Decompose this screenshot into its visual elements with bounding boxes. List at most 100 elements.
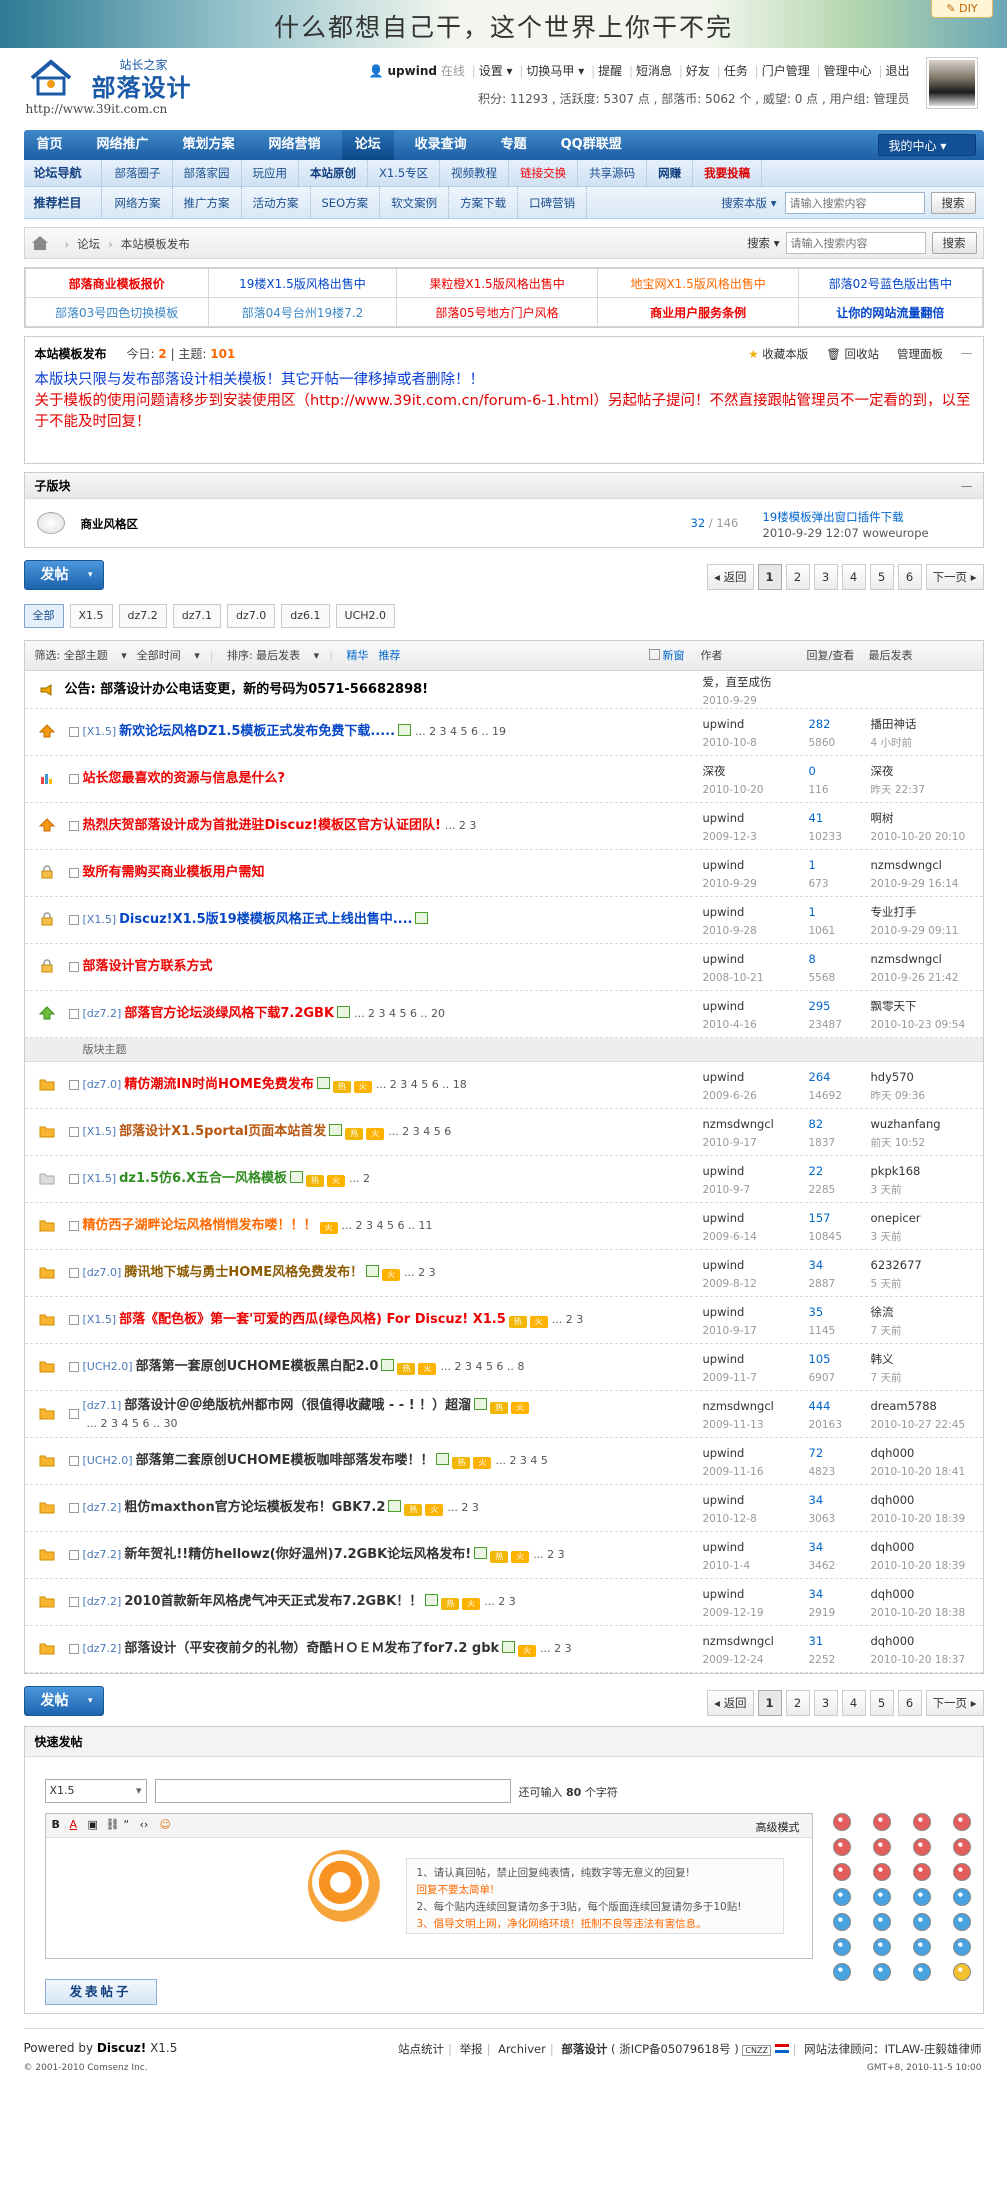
subnav-item[interactable]: 部落家园 [173,160,242,187]
last-post-time[interactable]: 7 天前 [871,1372,902,1384]
last-poster-link[interactable]: onepicer [871,1211,921,1225]
recycle-bin-link[interactable]: 🗑 回收站 [826,346,879,362]
recommend-filter[interactable]: 推荐 [378,649,400,662]
smiley-icon[interactable] [952,1813,971,1831]
thread-row[interactable]: [UCH2.0] 部落第二套原创UCHOME模板咖啡部落发布喽！！ 热火... 2 … [24,1438,983,1485]
last-post-time[interactable]: 3 天前 [871,1231,902,1243]
select-checkbox[interactable] [68,962,79,972]
thread-type-tag[interactable]: [dz7.2] [83,1595,122,1608]
thread-type-tag[interactable]: [X1.5] [83,913,117,926]
select-checkbox[interactable] [68,1315,79,1325]
thread-row[interactable]: [dz7.2] 2010首款新年风格虎气冲天正式发布7.2GBK！！ 热火... 2… [24,1579,983,1626]
last-poster-link[interactable]: dqh000 [871,1493,915,1507]
new-post-button[interactable]: 发帖 [23,560,104,590]
thread-title-link[interactable]: 粗仿maxthon官方论坛模板发布！GBK7.2 [124,1500,385,1515]
author-link[interactable]: upwind [703,1540,745,1554]
thread-type-tag[interactable]: [dz7.2] [83,1501,122,1514]
post-type-select[interactable]: X1.5 [44,1779,147,1803]
thread-type-tag[interactable]: [X1.5] [83,1313,117,1326]
thread-row[interactable]: [dz7.2] 部落官方论坛淡绿风格下载7.2GBK ... 2 3 4 5 6 .… [24,991,983,1038]
smiley-icon[interactable] [912,1913,931,1931]
ad-link[interactable]: 部落05号地方门户风格 [396,297,599,327]
select-checkbox[interactable] [68,1221,79,1231]
thread-title-link[interactable]: 精仿潮流IN时尚HOME免费发布 [124,1077,313,1092]
icp-link[interactable]: ( 浙ICP备05079618号 ) [611,2042,739,2056]
thread-row[interactable]: [dz7.0] 精仿潮流IN时尚HOME免费发布 热火 ... 2 3 4 5 6 .… [24,1062,983,1109]
select-checkbox[interactable] [68,915,79,925]
subforum-name[interactable]: 商业风格区 [81,516,139,532]
select-checkbox[interactable] [68,868,79,878]
thread-pages[interactable]: ... 2 3 4 5 6 .. 30 [87,1417,178,1430]
thread-type-tag[interactable]: [dz7.0] [83,1266,122,1279]
thread-pages[interactable]: ... 2 3 [445,819,476,832]
thread-row[interactable]: [X1.5] dz1.5仿6.X五合一风格模板 热火... 2 upwind 2010-… [24,1156,983,1203]
last-poster-link[interactable]: 徐流 [871,1305,894,1319]
next-page-button[interactable]: 下一页 ▸ [925,564,984,590]
thread-row[interactable]: [dz7.2] 新年贺礼!!精仿hellowz(你好温州)7.2GBK论坛风格发布… [24,1532,983,1579]
thread-type-tag[interactable]: [dz7.2] [83,1642,122,1655]
ad-link[interactable]: 部落02号蓝色版出售中 [798,268,983,298]
thread-type-tag[interactable]: [dz7.0] [83,1078,122,1091]
author-link[interactable]: upwind [703,858,745,872]
thread-title-link[interactable]: 部落设计（平安夜前夕的礼物）奇酷ＨＯＥＭ发布了for7.2 gbk [124,1641,499,1656]
last-poster-link[interactable]: 播田神话 [871,717,917,731]
thread-title-link[interactable]: Discuz!X1.5版19楼模板风格正式上线出售中.... [119,912,412,927]
ad-link[interactable]: 部落商业模板报价 [24,268,209,298]
thread-pages[interactable]: ... 2 3 [404,1266,435,1279]
select-checkbox[interactable] [68,1597,79,1607]
last-poster-link[interactable]: hdy570 [871,1070,914,1084]
select-checkbox[interactable] [68,1456,79,1466]
thread-row[interactable]: [X1.5] Discuz!X1.5版19楼模板风格正式上线出售中.... upwi… [24,897,983,944]
thread-title-link[interactable]: dz1.5仿6.X五合一风格模板 [119,1171,287,1186]
thread-pages[interactable]: ... 2 3 [533,1548,564,1561]
thread-row[interactable]: [dz7.1] 部落设计＠＠绝版杭州都市网（很值得收藏哦 - - ! ！）超溜 热火… [24,1391,983,1438]
subnav-item[interactable]: 视频教程 [440,160,510,187]
last-poster-link[interactable]: 飘零天下 [871,999,917,1013]
thread-title-link[interactable]: 部落设计＠＠绝版杭州都市网（很值得收藏哦 - - ! ！）超溜 [124,1398,471,1413]
last-post-time[interactable]: 2010-9-26 21:42 [871,972,959,984]
author-link[interactable]: upwind [703,999,745,1013]
thread-title-link[interactable]: 新欢论坛风格DZ1.5模板正式发布免费下载..... [119,724,395,739]
thread-type-tag[interactable]: [dz7.2] [83,1007,122,1020]
page-number[interactable]: 3 [813,1690,838,1716]
type-tab[interactable]: dz6.1 [281,604,330,628]
switch-account-link[interactable]: 切换马甲 [526,64,574,78]
smiley-icon[interactable] [952,1863,971,1881]
thread-type-tag[interactable]: [UCH2.0] [83,1360,133,1373]
thread-pages[interactable]: ... 2 3 4 5 6 .. 20 [354,1007,445,1020]
smiley-icon[interactable] [872,1938,891,1956]
author-link[interactable]: upwind [703,952,745,966]
last-post-time[interactable]: 3 天前 [871,1184,902,1196]
select-checkbox[interactable] [68,1503,79,1513]
ad-link[interactable]: 部落03号四色切换模板 [24,297,209,327]
font-color-icon[interactable]: A [70,1818,78,1831]
thread-row[interactable]: [X1.5] 部落设计X1.5portal页面本站首发 热火... 2 3 4 5 … [24,1109,983,1156]
subnav-item[interactable]: 本站原创 [299,160,368,187]
breadcrumb-board[interactable]: 本站模板发布 [121,237,190,251]
thread-title-link[interactable]: 部落第一套原创UCHOME模板黑白配2.0 [136,1359,379,1374]
type-tab[interactable]: X1.5 [69,604,113,628]
page-number[interactable]: 4 [841,1690,866,1716]
author-link[interactable]: upwind [703,1305,745,1319]
last-post-time[interactable]: 2010-10-20 20:10 [871,831,966,843]
author-link[interactable]: upwind [703,1211,745,1225]
last-poster-link[interactable]: dqh000 [871,1540,915,1554]
last-poster-link[interactable]: dqh000 [871,1446,915,1460]
type-tab[interactable]: dz7.0 [227,604,276,628]
nav-item[interactable]: QQ群联盟 [548,130,635,160]
smiley-icon[interactable] [912,1938,931,1956]
smiley-icon[interactable] [832,1938,851,1956]
friends-link[interactable]: 好友 [686,64,710,78]
editor-body[interactable]: 1、请认真回帖，禁止回复纯表情，纯数字等无意义的回复! 回复不要太简单! 2、每… [46,1838,812,1958]
last-post-time[interactable]: 2010-10-20 18:39 [871,1560,966,1572]
smiley-icon[interactable] [872,1863,891,1881]
thread-type-tag[interactable]: [X1.5] [83,725,117,738]
thread-row[interactable]: 精仿西子湖畔论坛风格悄悄发布喽！！！火 ... 2 3 4 5 6 .. 11 up… [24,1203,983,1250]
nav-item[interactable]: 论坛 [341,130,394,160]
thread-pages[interactable]: ... 2 3 [447,1501,478,1514]
legal-advisor-link[interactable]: 网站法律顾问：ITLAW-庄毅雄律师 [804,2042,981,2056]
smiley-icon[interactable] [952,1938,971,1956]
author-link[interactable]: upwind [703,1493,745,1507]
subnav-item[interactable]: 链接交换 [509,160,579,187]
advanced-mode-link[interactable]: 高级模式 [756,1819,800,1835]
